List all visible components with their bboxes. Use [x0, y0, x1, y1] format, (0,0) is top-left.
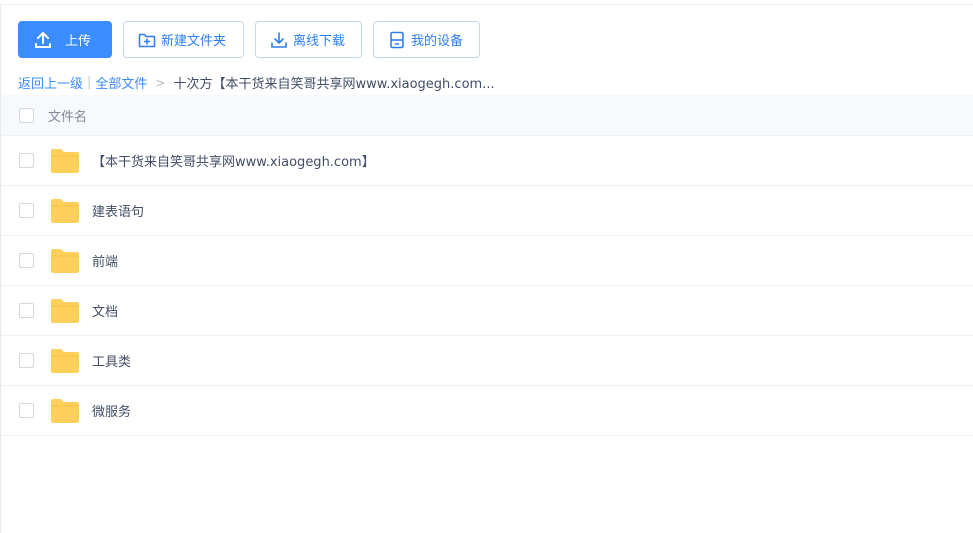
device-icon — [387, 30, 407, 50]
folder-icon — [50, 148, 80, 174]
file-row[interactable]: 工具类 — [1, 336, 973, 386]
select-all-checkbox[interactable] — [19, 107, 34, 123]
file-name[interactable]: 前端 — [92, 251, 118, 270]
file-row[interactable]: 前端 — [1, 236, 973, 286]
file-row[interactable]: 【本干货来自笑哥共享网www.xiaogegh.com】 — [1, 136, 973, 186]
file-name[interactable]: 【本干货来自笑哥共享网www.xiaogegh.com】 — [92, 151, 375, 170]
my-devices-button[interactable]: 我的设备 — [373, 21, 480, 58]
file-list-header: 文件名 — [1, 95, 973, 136]
row-checkbox[interactable] — [19, 153, 34, 168]
file-row[interactable]: 建表语句 — [1, 186, 973, 236]
row-checkbox[interactable] — [19, 303, 34, 318]
all-files-link[interactable]: 全部文件 — [95, 73, 147, 92]
file-row[interactable]: 微服务 — [1, 386, 973, 436]
file-name[interactable]: 工具类 — [92, 351, 131, 370]
file-name[interactable]: 建表语句 — [92, 201, 144, 220]
folder-icon — [50, 248, 80, 274]
my-devices-label: 我的设备 — [411, 34, 464, 49]
file-name[interactable]: 微服务 — [92, 401, 131, 420]
file-row[interactable]: 文档 — [1, 286, 973, 336]
column-header-filename: 文件名 — [48, 109, 88, 125]
upload-button[interactable]: 上传 — [18, 21, 112, 58]
folder-icon — [50, 398, 80, 424]
new-folder-button[interactable]: 新建文件夹 — [123, 21, 244, 58]
upload-icon — [33, 30, 53, 50]
offline-download-label: 离线下载 — [293, 34, 346, 49]
file-list: 文件名 【本干货来自笑哥共享网www.xiaogegh.com】 建表语句 前端… — [1, 95, 973, 436]
breadcrumb-current: 十次方【本干货来自笑哥共享网www.xiaogegh.com... — [173, 77, 495, 92]
folder-icon — [50, 348, 80, 374]
breadcrumb-arrow: > — [155, 75, 166, 90]
back-link[interactable]: 返回上一级 — [18, 73, 83, 92]
file-name[interactable]: 文档 — [92, 301, 118, 320]
breadcrumb-separator: | — [87, 75, 92, 90]
upload-label: 上传 — [65, 34, 92, 49]
new-folder-icon — [137, 30, 157, 50]
row-checkbox[interactable] — [19, 253, 34, 268]
row-checkbox[interactable] — [19, 203, 34, 218]
new-folder-label: 新建文件夹 — [161, 34, 227, 49]
folder-icon — [50, 298, 80, 324]
row-checkbox[interactable] — [19, 403, 34, 418]
breadcrumb: 返回上一级 | 全部文件 > 十次方【本干货来自笑哥共享网www.xiaogeg… — [18, 73, 495, 92]
download-icon — [269, 30, 289, 50]
row-checkbox[interactable] — [19, 353, 34, 368]
offline-download-button[interactable]: 离线下载 — [255, 21, 362, 58]
folder-icon — [50, 198, 80, 224]
